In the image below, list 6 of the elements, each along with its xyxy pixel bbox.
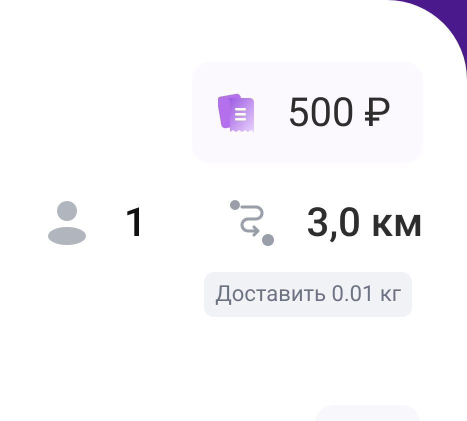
person-icon [47,200,87,246]
route-icon [230,200,274,246]
distance-value: 3,0 км [306,199,423,246]
price-amount: 500 ₽ [287,89,391,136]
passenger-count: 1 [124,199,147,246]
cargo-tag: Доставить 0.01 кг [204,272,412,317]
